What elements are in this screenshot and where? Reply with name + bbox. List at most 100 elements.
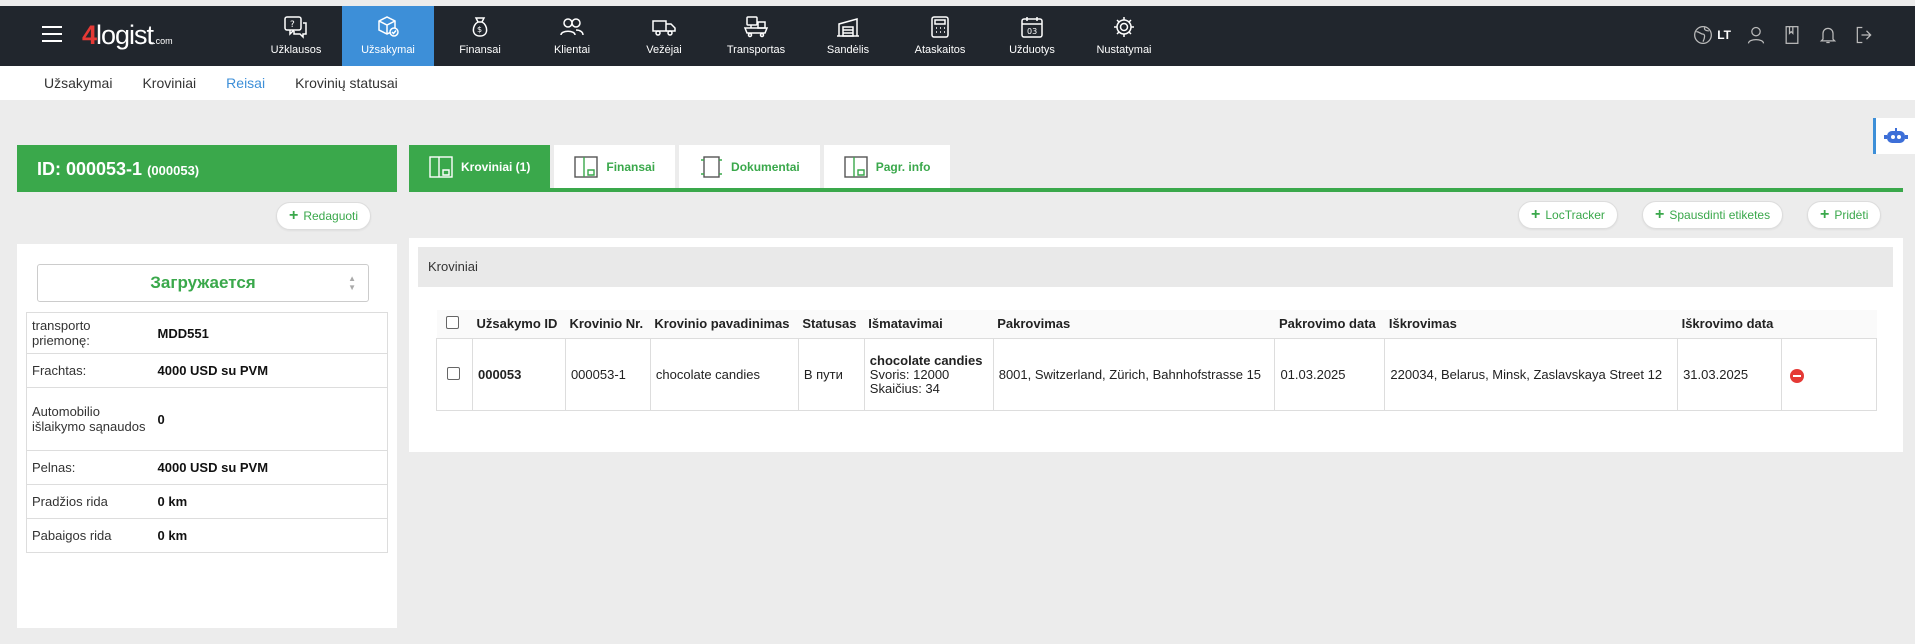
dim-weight: Svoris: 12000	[869, 366, 950, 382]
print-labels-label: Spausdinti etiketes	[1669, 208, 1771, 222]
plus-icon: +	[289, 207, 299, 224]
column-header[interactable]: Iškrovimo data	[1677, 310, 1782, 339]
subnav-item-kroviniu-statusai[interactable]: Krovinių statusai	[295, 75, 398, 91]
add-cargo-button[interactable]: + Pridėti	[1807, 201, 1882, 229]
logout-icon	[1856, 26, 1872, 44]
assistant-bot-button[interactable]	[1873, 118, 1915, 154]
info-key: Pradžios rida	[26, 484, 153, 519]
status-value: Загружается	[150, 273, 256, 292]
panel-icon	[429, 155, 453, 178]
svg-text:?: ?	[290, 20, 295, 30]
unloading-cell: 220034, Belarus, Minsk, Zaslavskaya Stre…	[1384, 338, 1679, 411]
cargo-panel: + LocTracker + Spausdinti etiketes + Pri…	[409, 192, 1903, 452]
logo-suffix: .com	[153, 36, 173, 46]
info-key: transporto priemonę:	[26, 312, 153, 354]
info-value: 0 km	[152, 518, 388, 553]
loading-cell: 8001, Switzerland, Zürich, Bahnhofstrass…	[992, 338, 1276, 411]
logout-button[interactable]	[1853, 24, 1875, 46]
column-header[interactable]: Statusas	[798, 310, 865, 339]
tab-finansai[interactable]: Finansai	[554, 145, 676, 188]
calendar-icon: 03	[1021, 17, 1043, 38]
info-value: 4000 USD su PVM	[152, 353, 388, 388]
nav-label: Nustatymai	[1096, 44, 1152, 56]
hamburger-menu-icon[interactable]	[42, 26, 62, 42]
nav-item-nustatymai[interactable]: Nustatymai	[1078, 6, 1170, 66]
nav-label: Finansai	[459, 44, 501, 56]
trip-id-header: ID: 000053-1 (000053)	[17, 145, 397, 192]
info-key: Automobilio išlaikymo sąnaudos	[26, 387, 153, 451]
row-checkbox[interactable]	[447, 366, 460, 380]
nav-item-vezejai[interactable]: Vežėjai	[618, 6, 710, 66]
globe-icon	[1694, 26, 1713, 44]
svg-text:03: 03	[1027, 27, 1037, 36]
dimensions-cell: chocolate candies Svoris: 12000 Skaičius…	[863, 338, 994, 411]
tab-kroviniai[interactable]: Kroviniai (1)	[409, 145, 551, 188]
nav-item-uzklausos[interactable]: ? Užklausos	[250, 6, 342, 66]
info-row: Frachtas: 4000 USD su PVM	[26, 353, 388, 388]
nav-item-klientai[interactable]: Klientai	[526, 6, 618, 66]
trip-info-panel: + Redaguoti Загружается ▲ ▼ transporto pr…	[17, 192, 397, 628]
section-title: Kroviniai	[418, 247, 1893, 287]
notifications-button[interactable]	[1817, 24, 1839, 46]
question-chat-icon: ?	[284, 16, 307, 39]
tab-dokumentai[interactable]: Dokumentai	[679, 145, 820, 188]
main-nav: ? Užklausos Užsakymai $ Finansai Klienta…	[250, 6, 1170, 66]
subnav-item-reisai[interactable]: Reisai	[226, 75, 265, 91]
logo[interactable]: 4logist.com	[82, 20, 173, 51]
subnav-item-uzsakymai[interactable]: Užsakymai	[44, 75, 112, 91]
nav-item-uzduotys[interactable]: 03 Užduotys	[986, 6, 1078, 66]
table-row[interactable]: 000053 000053-1 chocolate candies В пути…	[436, 338, 1877, 411]
panel-icon	[574, 155, 599, 178]
user-button[interactable]	[1745, 24, 1767, 46]
user-icon	[1747, 26, 1765, 44]
calculator-icon	[931, 16, 949, 38]
loctracker-button[interactable]: + LocTracker	[1518, 201, 1618, 229]
column-header[interactable]: Iškrovimas	[1384, 310, 1678, 339]
select-all-cell	[436, 310, 473, 339]
select-all-checkbox[interactable]	[445, 316, 459, 329]
delete-icon[interactable]	[1790, 369, 1805, 383]
plus-icon: +	[1820, 206, 1830, 223]
info-value: MDD551	[152, 312, 388, 354]
trip-info-table: transporto priemonę: MDD551 Frachtas: 4000…	[26, 312, 388, 553]
info-value: 4000 USD su PVM	[152, 450, 388, 485]
nav-label: Užklausos	[270, 44, 322, 56]
document-icon	[701, 155, 723, 178]
logo-number: 4	[82, 20, 97, 50]
unloading-date-cell: 31.03.2025	[1677, 338, 1783, 411]
column-header[interactable]: Pakrovimo data	[1274, 310, 1385, 339]
edit-button[interactable]: + Redaguoti	[276, 202, 372, 230]
svg-text:$: $	[477, 25, 482, 34]
nav-item-ataskaitos[interactable]: Ataskaitos	[894, 6, 986, 66]
nav-item-uzsakymai[interactable]: Užsakymai	[342, 6, 434, 66]
actions-cell	[1781, 338, 1877, 411]
column-header[interactable]: Išmatavimai	[864, 310, 994, 339]
column-header[interactable]: Užsakymo ID	[472, 310, 566, 339]
transport-icon	[743, 16, 769, 38]
plus-icon: +	[1531, 206, 1541, 223]
column-header[interactable]: Krovinio Nr.	[565, 310, 651, 339]
nav-label: Vežėjai	[646, 44, 682, 56]
order-id-sub: (000053)	[147, 163, 200, 178]
order-id-cell[interactable]: 000053	[471, 338, 566, 411]
column-header[interactable]: Pakrovimas	[993, 310, 1275, 339]
nav-label: Klientai	[553, 44, 591, 56]
book-button[interactable]	[1781, 24, 1803, 46]
users-icon	[560, 18, 584, 36]
status-select[interactable]: Загружается ▲ ▼	[37, 264, 369, 302]
dim-count: Skaičius: 34	[869, 380, 940, 396]
print-labels-button[interactable]: + Spausdinti etiketes	[1642, 201, 1784, 229]
nav-item-finansai[interactable]: $ Finansai	[434, 6, 526, 66]
robot-icon	[1883, 128, 1908, 143]
info-key: Pabaigos rida	[26, 518, 153, 553]
info-value: 0 km	[152, 484, 388, 519]
status-cell: В пути	[797, 338, 865, 411]
language-switcher[interactable]: LT	[1693, 25, 1731, 45]
nav-item-sandelis[interactable]: Sandėlis	[802, 6, 894, 66]
column-header[interactable]: Krovinio pavadinimas	[650, 310, 799, 339]
subnav-item-kroviniai[interactable]: Kroviniai	[142, 75, 196, 91]
nav-item-transportas[interactable]: Transportas	[710, 6, 802, 66]
nav-label: Ataskaitos	[914, 44, 966, 56]
row-select-cell	[436, 338, 473, 411]
tab-pagr-info[interactable]: Pagr. info	[823, 145, 951, 188]
